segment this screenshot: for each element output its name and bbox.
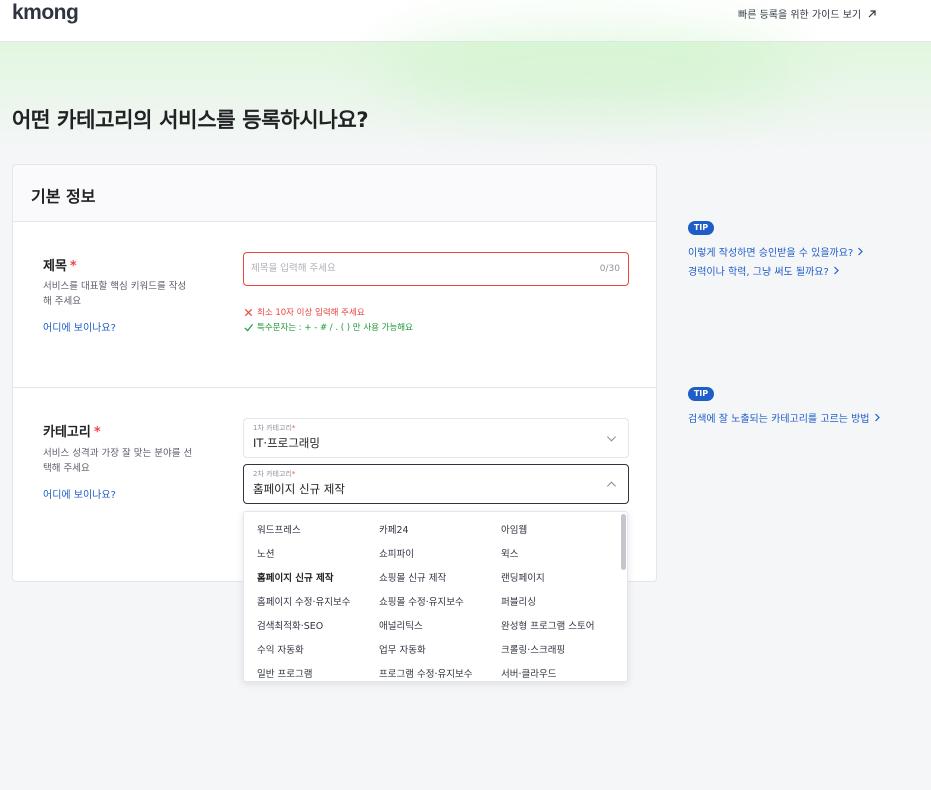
tip-link-label: 경력이나 학력, 그냥 써도 될까요? bbox=[688, 267, 829, 278]
close-icon bbox=[244, 308, 253, 316]
dropdown-option[interactable]: 쇼피파이 bbox=[379, 543, 501, 567]
dropdown-option[interactable]: 카페24 bbox=[379, 519, 501, 543]
dropdown-option[interactable]: 업무 자동화 bbox=[379, 639, 501, 663]
tip-link-career[interactable]: 경력이나 학력, 그냥 써도 될까요? bbox=[688, 263, 840, 278]
chevron-down-icon bbox=[606, 436, 617, 442]
chevron-right-icon bbox=[874, 413, 880, 422]
section-divider bbox=[13, 387, 656, 388]
first-category-select[interactable]: 1차 카테고리* IT·프로그래밍 bbox=[243, 418, 629, 458]
dropdown-option[interactable]: 쇼핑몰 신규 제작 bbox=[379, 567, 501, 591]
second-category-small-label-text: 2차 카테고리 bbox=[253, 470, 292, 478]
card-header: 기본 정보 bbox=[13, 165, 656, 222]
required-mark: * bbox=[93, 425, 101, 440]
top-navigation-bar: kmong 빠른 등록을 위한 가이드 보기 bbox=[0, 0, 931, 42]
second-category-small-label: 2차 카테고리* bbox=[253, 469, 295, 479]
dropdown-option[interactable]: 퍼블리싱 bbox=[501, 591, 612, 615]
hero-glow bbox=[380, 30, 800, 110]
first-category-value: IT·프로그래밍 bbox=[253, 436, 320, 450]
dropdown-option[interactable]: 프로그램 수정·유지보수 bbox=[379, 663, 501, 681]
first-category-small-label: 1차 카테고리* bbox=[253, 423, 295, 433]
dropdown-option[interactable]: 일반 프로그램 bbox=[257, 663, 379, 681]
check-icon bbox=[244, 323, 253, 332]
page-title: 어떤 카테고리의 서비스를 등록하시나요? bbox=[12, 108, 369, 132]
dropdown-option[interactable]: 애널리틱스 bbox=[379, 615, 501, 639]
second-category-dropdown: 워드프레스 카페24 아임웹노션 쇼피파이 윅스홈페이지 신규 제작 쇼핑몰 신규 제작 랜… bbox=[243, 511, 628, 682]
card-title: 기본 정보 bbox=[31, 187, 96, 206]
tip-badge: TIP bbox=[688, 221, 714, 235]
dropdown-option[interactable]: 워드프레스 bbox=[257, 519, 379, 543]
tip-link-approval[interactable]: 이렇게 작성하면 승인받을 수 있을까요? bbox=[688, 244, 864, 259]
dropdown-option[interactable]: 홈페이지 신규 제작 bbox=[257, 567, 379, 591]
title-rule-message: 특수문자는 : + - # / . ( ) 만 사용 가능해요 bbox=[244, 321, 413, 333]
category-field-label: 카테고리 * bbox=[43, 421, 101, 440]
dropdown-option[interactable]: 홈페이지 수정·유지보수 bbox=[257, 591, 379, 615]
second-category-select[interactable]: 2차 카테고리* 홈페이지 신규 제작 bbox=[243, 464, 629, 504]
title-rule-text: 특수문자는 : + - # / . ( ) 만 사용 가능해요 bbox=[257, 323, 413, 333]
dropdown-scrollbar-thumb[interactable] bbox=[621, 514, 626, 570]
required-mark: * bbox=[291, 424, 296, 432]
required-mark: * bbox=[291, 470, 296, 478]
dropdown-options-grid: 워드프레스 카페24 아임웹노션 쇼피파이 윅스홈페이지 신규 제작 쇼핑몰 신규 제작 랜… bbox=[257, 519, 612, 681]
chevron-right-icon bbox=[833, 266, 839, 275]
quick-guide-link-label: 빠른 등록을 위한 가이드 보기 bbox=[738, 10, 862, 21]
arrow-up-right-icon bbox=[868, 9, 876, 17]
first-category-small-label-text: 1차 카테고리 bbox=[253, 424, 292, 432]
title-input-box: 0/30 bbox=[243, 252, 629, 286]
hero-gradient bbox=[0, 42, 931, 152]
category-field-label-text: 카테고리 bbox=[43, 425, 91, 440]
title-where-link[interactable]: 어디에 보이나요? bbox=[43, 319, 116, 334]
second-category-value: 홈페이지 신규 제작 bbox=[253, 482, 345, 496]
title-error-text: 최소 10자 이상 입력해 주세요 bbox=[257, 308, 365, 318]
dropdown-option[interactable]: 검색최적화·SEO bbox=[257, 615, 379, 639]
title-field-description: 서비스를 대표할 핵심 키워드를 작성해 주세요 bbox=[43, 281, 187, 307]
dropdown-option[interactable]: 아임웹 bbox=[501, 519, 612, 543]
category-field-description: 서비스 성격과 가장 잘 맞는 분야를 선택해 주세요 bbox=[43, 448, 193, 474]
tip-link-label: 검색에 잘 노출되는 카테고리를 고르는 방법 bbox=[688, 414, 870, 425]
dropdown-option[interactable]: 노션 bbox=[257, 543, 379, 567]
dropdown-option[interactable]: 크롤링·스크래핑 bbox=[501, 639, 612, 663]
tip-badge: TIP bbox=[688, 387, 714, 401]
title-field-label-text: 제목 bbox=[43, 259, 67, 274]
required-mark: * bbox=[69, 259, 77, 274]
chevron-right-icon bbox=[858, 247, 864, 256]
quick-guide-link[interactable]: 빠른 등록을 위한 가이드 보기 bbox=[738, 6, 877, 21]
tip-link-label: 이렇게 작성하면 승인받을 수 있을까요? bbox=[688, 248, 854, 259]
title-input[interactable] bbox=[251, 263, 581, 274]
dropdown-option[interactable]: 완성형 프로그램 스토어 bbox=[501, 615, 612, 639]
dropdown-option[interactable]: 랜딩페이지 bbox=[501, 567, 612, 591]
title-field-label: 제목 * bbox=[43, 255, 77, 274]
dropdown-option[interactable]: 수익 자동화 bbox=[257, 639, 379, 663]
tip-link-category[interactable]: 검색에 잘 노출되는 카테고리를 고르는 방법 bbox=[688, 410, 881, 425]
title-error-message: 최소 10자 이상 입력해 주세요 bbox=[244, 306, 365, 318]
title-char-counter: 0/30 bbox=[599, 264, 620, 274]
chevron-up-icon bbox=[606, 481, 617, 487]
dropdown-option[interactable]: 서버·클라우드 bbox=[501, 663, 612, 681]
kmong-logo[interactable]: kmong bbox=[12, 1, 79, 25]
dropdown-option[interactable]: 윅스 bbox=[501, 543, 612, 567]
dropdown-scrollbar[interactable] bbox=[617, 512, 627, 681]
dropdown-option[interactable]: 쇼핑몰 수정·유지보수 bbox=[379, 591, 501, 615]
category-where-link[interactable]: 어디에 보이나요? bbox=[43, 486, 116, 501]
